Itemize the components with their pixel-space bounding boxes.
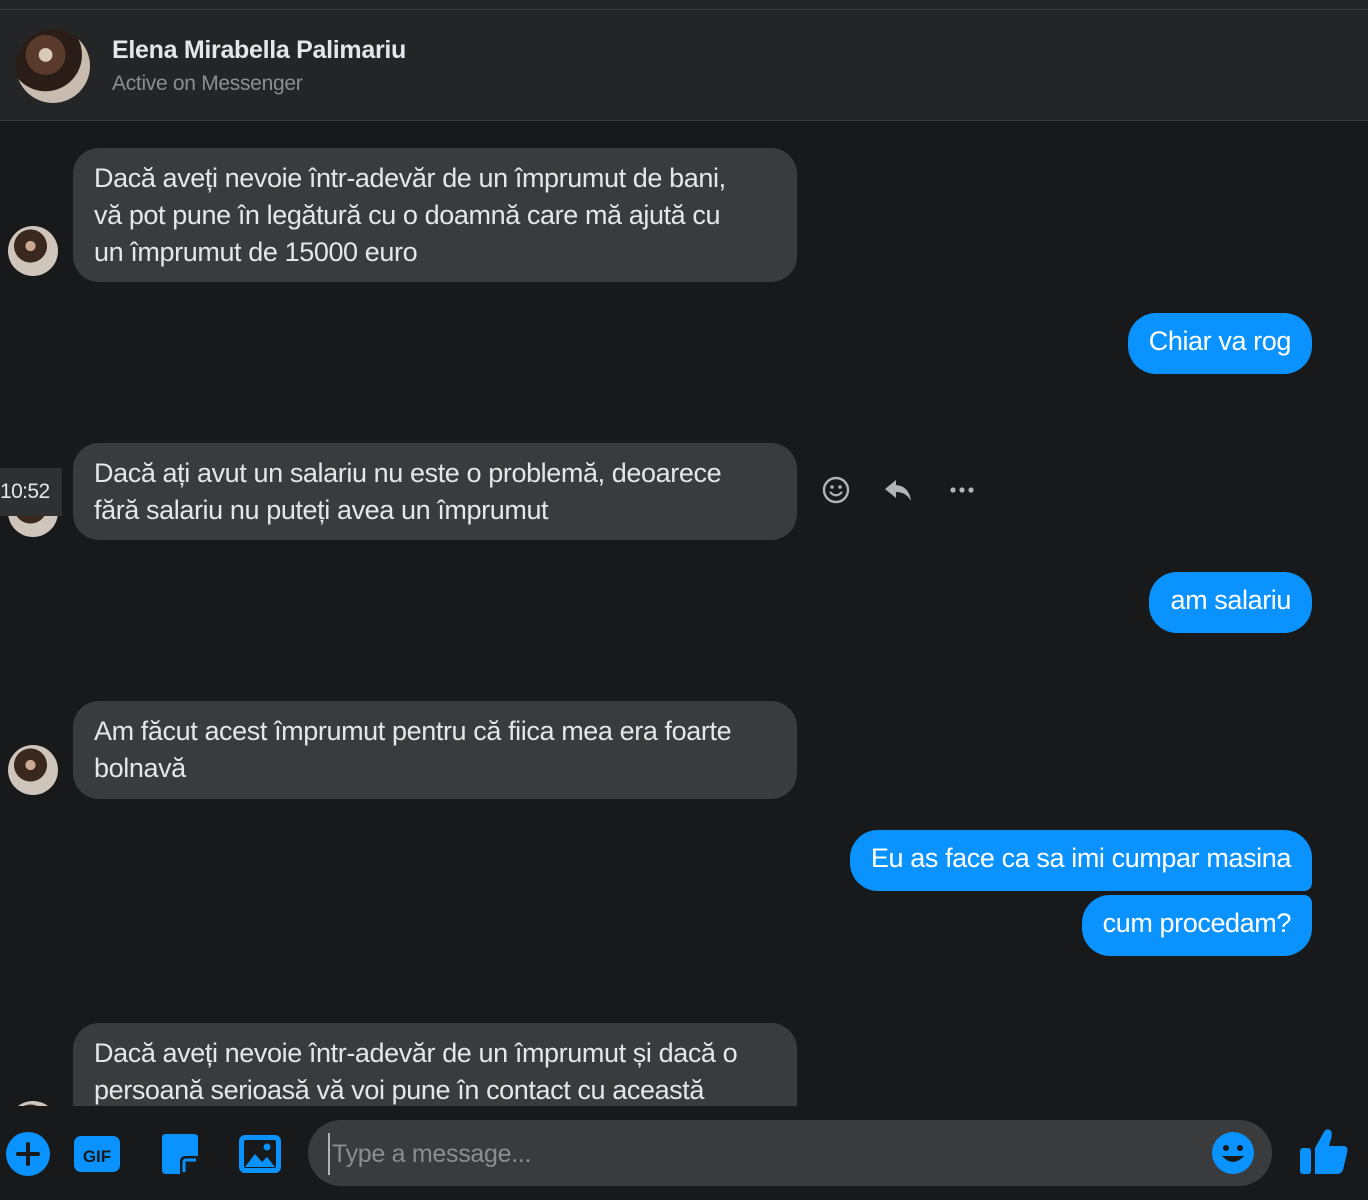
incoming-message[interactable]: Dacă aveți nevoie într-adevăr de un împr… xyxy=(73,148,797,282)
message-actions xyxy=(820,474,980,508)
window-top-bar xyxy=(0,0,1368,10)
gif-icon[interactable]: GIF xyxy=(73,1130,121,1178)
message-input[interactable] xyxy=(328,1133,1194,1175)
emoji-icon[interactable] xyxy=(1210,1130,1256,1176)
outgoing-message[interactable]: am salariu xyxy=(1149,572,1312,633)
outgoing-message[interactable]: Eu as face ca sa imi cumpar masina xyxy=(849,830,1312,891)
incoming-message[interactable]: Am făcut acest împrumut pentru că fiica … xyxy=(73,701,797,799)
contact-avatar-small[interactable] xyxy=(8,745,58,795)
message-composer: GIF xyxy=(0,1106,1368,1200)
contact-name[interactable]: Elena Mirabella Palimariu xyxy=(112,36,406,65)
contact-avatar-small[interactable] xyxy=(8,226,58,276)
more-icon[interactable] xyxy=(946,474,978,506)
message-list[interactable]: Dacă aveți nevoie într-adevăr de un împr… xyxy=(0,121,1368,1106)
message-input-container xyxy=(308,1120,1272,1186)
image-icon[interactable] xyxy=(236,1130,284,1178)
contact-status: Active on Messenger xyxy=(112,72,303,95)
like-icon[interactable] xyxy=(1296,1124,1352,1180)
contact-avatar[interactable] xyxy=(16,29,90,103)
plus-icon[interactable] xyxy=(4,1130,52,1178)
message-timestamp: 10:52 xyxy=(0,468,62,516)
sticker-icon[interactable] xyxy=(156,1130,204,1178)
svg-text:GIF: GIF xyxy=(83,1147,111,1166)
react-icon[interactable] xyxy=(820,474,852,506)
reply-icon[interactable] xyxy=(882,474,914,506)
outgoing-message[interactable]: cum procedam? xyxy=(1081,895,1312,956)
outgoing-message[interactable]: Chiar va rog xyxy=(1127,313,1312,374)
incoming-message[interactable]: Dacă aveți nevoie într-adevăr de un împr… xyxy=(73,1023,797,1106)
conversation-header: Elena Mirabella Palimariu Active on Mess… xyxy=(0,10,1368,121)
incoming-message[interactable]: Dacă ați avut un salariu nu este o probl… xyxy=(73,443,797,540)
